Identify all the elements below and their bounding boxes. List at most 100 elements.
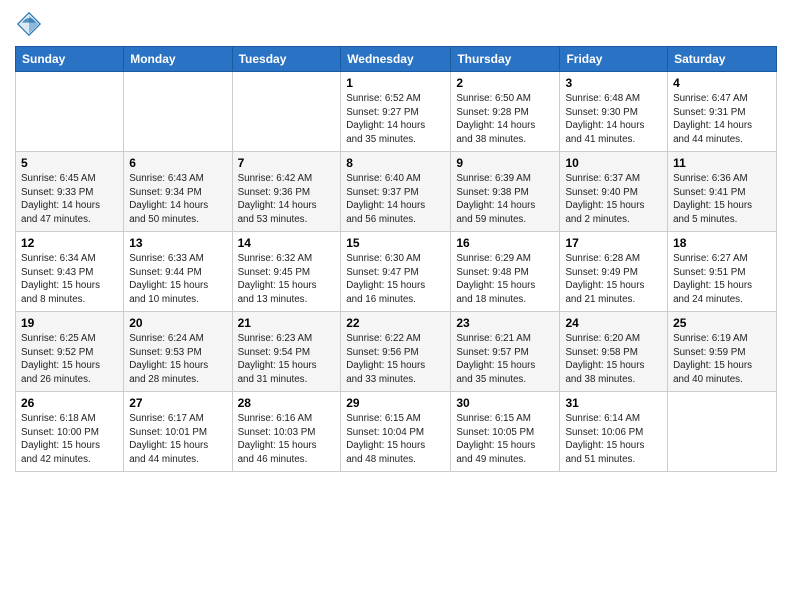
day-number: 17 [565,236,662,250]
calendar-cell: 4Sunrise: 6:47 AMSunset: 9:31 PMDaylight… [668,72,777,152]
calendar-cell: 21 Sunrise: 6:23 AMSunset: 9:54 PMDayligh… [232,312,341,392]
calendar-cell: 12Sunrise: 6:34 AMSunset: 9:43 PMDayligh… [16,232,124,312]
weekday-header: Friday [560,47,668,72]
day-info: Sunrise: 6:33 AMSunset: 9:44 PMDaylight:… [129,252,226,307]
day-number: 23 [456,316,554,330]
weekday-header: Wednesday [341,47,451,72]
day-info: Sunrise: 6:47 AMSunset: 9:31 PMDaylight:… [673,92,771,147]
day-info: Sunrise: 6:50 AMSunset: 9:28 PMDaylight:… [456,92,554,147]
calendar-week-row: 5 Sunrise: 6:45 AMSunset: 9:33 PMDaylight… [16,152,777,232]
day-info: Sunrise: 6:37 AMSunset: 9:40 PMDaylight:… [565,172,662,227]
day-number: 2 [456,76,554,90]
calendar-cell: 6Sunrise: 6:43 AMSunset: 9:34 PMDaylight… [124,152,232,232]
calendar-cell: 17 Sunrise: 6:28 AMSunset: 9:49 PMDayligh… [560,232,668,312]
day-number: 10 [565,156,662,170]
calendar-cell: 23Sunrise: 6:21 AMSunset: 9:57 PMDayligh… [451,312,560,392]
day-info: Sunrise: 6:32 AMSunset: 9:45 PMDaylight:… [238,252,336,307]
day-number: 31 [565,396,662,410]
day-info: Sunrise: 6:25 AMSunset: 9:52 PMDaylight:… [21,332,118,387]
day-info: Sunrise: 6:18 AMSunset: 10:00 PMDaylight… [21,412,118,467]
weekday-header: Thursday [451,47,560,72]
day-info: Sunrise: 6:36 AMSunset: 9:41 PMDaylight:… [673,172,771,227]
calendar-cell [16,72,124,152]
day-info: Sunrise: 6:42 AMSunset: 9:36 PMDaylight:… [238,172,336,227]
day-number: 6 [129,156,226,170]
calendar-cell: 20 Sunrise: 6:24 AMSunset: 9:53 PMDayligh… [124,312,232,392]
calendar-cell: 11 Sunrise: 6:36 AMSunset: 9:41 PMDayligh… [668,152,777,232]
day-number: 29 [346,396,445,410]
day-info: Sunrise: 6:15 AMSunset: 10:05 PMDaylight… [456,412,554,467]
calendar-cell: 15 Sunrise: 6:30 AMSunset: 9:47 PMDayligh… [341,232,451,312]
calendar-cell: 14 Sunrise: 6:32 AMSunset: 9:45 PMDayligh… [232,232,341,312]
calendar-cell: 1 Sunrise: 6:52 AMSunset: 9:27 PMDaylight… [341,72,451,152]
day-number: 7 [238,156,336,170]
logo-icon [15,10,43,38]
weekday-header: Monday [124,47,232,72]
calendar-cell: 19 Sunrise: 6:25 AMSunset: 9:52 PMDayligh… [16,312,124,392]
calendar-week-row: 19 Sunrise: 6:25 AMSunset: 9:52 PMDayligh… [16,312,777,392]
day-number: 21 [238,316,336,330]
calendar-cell: 25Sunrise: 6:19 AMSunset: 9:59 PMDayligh… [668,312,777,392]
calendar-cell: 31 Sunrise: 6:14 AMSunset: 10:06 PMDaylig… [560,392,668,472]
day-number: 28 [238,396,336,410]
day-info: Sunrise: 6:39 AMSunset: 9:38 PMDaylight:… [456,172,554,227]
day-number: 16 [456,236,554,250]
calendar-header-row: SundayMondayTuesdayWednesdayThursdayFrid… [16,47,777,72]
calendar-cell: 10 Sunrise: 6:37 AMSunset: 9:40 PMDayligh… [560,152,668,232]
day-info: Sunrise: 6:27 AMSunset: 9:51 PMDaylight:… [673,252,771,307]
day-info: Sunrise: 6:15 AMSunset: 10:04 PMDaylight… [346,412,445,467]
day-number: 15 [346,236,445,250]
calendar-cell [232,72,341,152]
day-number: 1 [346,76,445,90]
calendar-cell: 9Sunrise: 6:39 AMSunset: 9:38 PMDaylight… [451,152,560,232]
calendar-cell: 13 Sunrise: 6:33 AMSunset: 9:44 PMDayligh… [124,232,232,312]
calendar-week-row: 1 Sunrise: 6:52 AMSunset: 9:27 PMDaylight… [16,72,777,152]
calendar-cell: 3 Sunrise: 6:48 AMSunset: 9:30 PMDaylight… [560,72,668,152]
day-info: Sunrise: 6:52 AMSunset: 9:27 PMDaylight:… [346,92,445,147]
day-number: 11 [673,156,771,170]
day-info: Sunrise: 6:45 AMSunset: 9:33 PMDaylight:… [21,172,118,227]
calendar-cell: 16 Sunrise: 6:29 AMSunset: 9:48 PMDayligh… [451,232,560,312]
calendar-cell: 2 Sunrise: 6:50 AMSunset: 9:28 PMDaylight… [451,72,560,152]
calendar-cell: 22 Sunrise: 6:22 AMSunset: 9:56 PMDayligh… [341,312,451,392]
day-info: Sunrise: 6:30 AMSunset: 9:47 PMDaylight:… [346,252,445,307]
day-info: Sunrise: 6:14 AMSunset: 10:06 PMDaylight… [565,412,662,467]
day-info: Sunrise: 6:48 AMSunset: 9:30 PMDaylight:… [565,92,662,147]
calendar-cell: 5 Sunrise: 6:45 AMSunset: 9:33 PMDaylight… [16,152,124,232]
day-number: 27 [129,396,226,410]
calendar-cell [668,392,777,472]
day-info: Sunrise: 6:22 AMSunset: 9:56 PMDaylight:… [346,332,445,387]
day-number: 22 [346,316,445,330]
calendar-week-row: 12Sunrise: 6:34 AMSunset: 9:43 PMDayligh… [16,232,777,312]
day-number: 24 [565,316,662,330]
day-number: 30 [456,396,554,410]
day-number: 18 [673,236,771,250]
calendar-cell: 7 Sunrise: 6:42 AMSunset: 9:36 PMDaylight… [232,152,341,232]
day-number: 19 [21,316,118,330]
day-info: Sunrise: 6:23 AMSunset: 9:54 PMDaylight:… [238,332,336,387]
calendar-cell: 29 Sunrise: 6:15 AMSunset: 10:04 PMDaylig… [341,392,451,472]
day-number: 14 [238,236,336,250]
day-info: Sunrise: 6:19 AMSunset: 9:59 PMDaylight:… [673,332,771,387]
calendar-cell: 24 Sunrise: 6:20 AMSunset: 9:58 PMDayligh… [560,312,668,392]
weekday-header: Sunday [16,47,124,72]
calendar-cell: 28 Sunrise: 6:16 AMSunset: 10:03 PMDaylig… [232,392,341,472]
day-number: 20 [129,316,226,330]
day-number: 8 [346,156,445,170]
day-number: 3 [565,76,662,90]
day-info: Sunrise: 6:40 AMSunset: 9:37 PMDaylight:… [346,172,445,227]
calendar-cell: 8 Sunrise: 6:40 AMSunset: 9:37 PMDaylight… [341,152,451,232]
day-number: 13 [129,236,226,250]
day-info: Sunrise: 6:34 AMSunset: 9:43 PMDaylight:… [21,252,118,307]
day-info: Sunrise: 6:20 AMSunset: 9:58 PMDaylight:… [565,332,662,387]
day-info: Sunrise: 6:28 AMSunset: 9:49 PMDaylight:… [565,252,662,307]
day-info: Sunrise: 6:24 AMSunset: 9:53 PMDaylight:… [129,332,226,387]
day-info: Sunrise: 6:17 AMSunset: 10:01 PMDaylight… [129,412,226,467]
logo [15,10,46,38]
day-info: Sunrise: 6:29 AMSunset: 9:48 PMDaylight:… [456,252,554,307]
day-info: Sunrise: 6:16 AMSunset: 10:03 PMDaylight… [238,412,336,467]
weekday-header: Tuesday [232,47,341,72]
day-number: 5 [21,156,118,170]
calendar-cell: 27 Sunrise: 6:17 AMSunset: 10:01 PMDaylig… [124,392,232,472]
calendar-cell: 26Sunrise: 6:18 AMSunset: 10:00 PMDaylig… [16,392,124,472]
